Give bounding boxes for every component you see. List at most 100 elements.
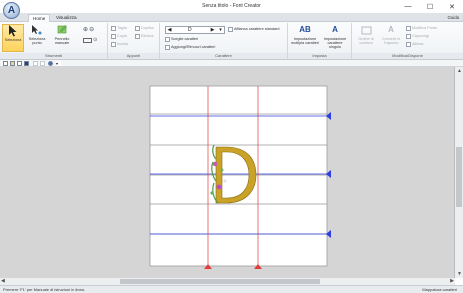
scroll-right-icon[interactable]: ▶ <box>450 278 454 284</box>
select-point-icon <box>31 24 43 36</box>
manual-brush-label: Pennello manuale <box>54 37 70 46</box>
flip-icon <box>406 33 411 39</box>
group-carattere-label: Carattere <box>160 53 287 59</box>
select-point-button[interactable]: Seleziona punto <box>26 24 48 52</box>
help-link[interactable]: Guida <box>448 15 459 20</box>
scroll-up-icon[interactable]: ▲ <box>457 68 462 74</box>
scissors-icon <box>111 25 116 31</box>
group-strumenti-label: Strumenti <box>0 53 107 59</box>
ribbon: Seleziona Seleziona punto Pennello manua… <box>0 22 463 60</box>
group-imposta: AB Impostazione multipla caratteri A Imp… <box>288 23 352 59</box>
duplicate-label: Duplica <box>141 26 154 30</box>
char-dropdown-button[interactable]: ▾ <box>217 27 224 34</box>
save-as-icon[interactable] <box>24 61 29 66</box>
help-icon[interactable] <box>48 61 53 66</box>
tab-visualizza[interactable]: Visualizza <box>52 14 81 22</box>
app-logo-button[interactable]: A <box>3 2 20 19</box>
duplicate-button[interactable]: Duplica <box>135 25 154 32</box>
trapunto-label: Converti in Trapunto <box>381 37 401 46</box>
select-tool-label: Seleziona <box>4 38 22 42</box>
zoom-in-icon: ⊕ <box>83 27 89 33</box>
single-setting-button[interactable]: A Impostazione carattere singolo <box>321 24 349 52</box>
status-mode: Mappatura caratteri <box>422 287 457 292</box>
multiple-setting-button[interactable]: AB Impostazione multipla caratteri <box>291 24 319 52</box>
undo-icon[interactable] <box>33 61 38 66</box>
add-remove-label: Aggiungi/Rimuovi caratteri <box>171 45 216 49</box>
new-file-icon[interactable] <box>3 61 8 66</box>
select-point-label: Seleziona punto <box>28 37 46 46</box>
tab-home[interactable]: Home <box>28 14 51 22</box>
multi-chars-icon: AB <box>299 24 311 34</box>
minimize-button[interactable]: — <box>397 0 419 13</box>
ribbon-tabs: Home Visualizza Guida <box>0 13 463 22</box>
open-folder-icon[interactable] <box>10 61 15 66</box>
group-appunti-label: Appunti <box>108 53 159 59</box>
pan-icon: ⊙ <box>93 37 98 43</box>
affianca-button[interactable]: Affianca carattere standard <box>228 26 280 33</box>
group-modifica: Ordine di cucitura A Converti in Trapunt… <box>352 23 463 59</box>
brush-icon <box>56 24 68 36</box>
single-setting-label: Impostazione carattere singolo <box>323 37 347 50</box>
duplicate-icon <box>135 25 140 31</box>
character-sheet <box>149 85 328 267</box>
status-message: Premere 'F1' per Manuale di istruzioni i… <box>3 287 86 292</box>
choose-chars-label: Sceglie caratteri <box>171 37 199 41</box>
multiple-setting-label: Impostazione multipla caratteri <box>291 37 319 46</box>
sewing-order-icon <box>360 24 372 36</box>
group-imposta-label: Imposta <box>288 53 351 59</box>
add-remove-chars-button[interactable]: Aggiungi/Rimuovi caratteri <box>165 44 215 51</box>
character-selector[interactable]: ◀ D ▶ ▾ <box>165 26 225 34</box>
zoom-window-icon <box>83 37 92 43</box>
group-carattere: ◀ D ▶ ▾ Affianca carattere standard Sceg… <box>160 23 288 59</box>
window-controls: — ☐ ✕ <box>397 0 463 13</box>
affianca-label: Affianca carattere standard <box>234 27 280 31</box>
trapunto-icon: A <box>388 24 394 34</box>
flip-label: Capovolgi <box>412 34 429 38</box>
align-icon <box>406 41 411 47</box>
maximize-button[interactable]: ☐ <box>419 0 441 13</box>
delete-label: Elimina <box>141 34 154 38</box>
paste-button[interactable]: Incolla <box>111 41 128 48</box>
window-title: Senza titolo - Font Creator <box>202 3 261 9</box>
group-modifica-label: Modifica/Dispone <box>352 53 463 59</box>
design-canvas[interactable] <box>0 67 455 278</box>
select-tool-button[interactable]: Seleziona <box>2 24 24 52</box>
delete-icon <box>135 33 140 39</box>
close-button[interactable]: ✕ <box>441 0 463 13</box>
zoom-window-button[interactable]: ⊙ <box>83 37 97 44</box>
redo-icon[interactable] <box>40 61 45 66</box>
add-remove-icon <box>165 44 170 50</box>
quick-access-toolbar: ▾ <box>0 60 463 67</box>
horizontal-scrollbar[interactable]: ◀ ▶ <box>0 278 455 285</box>
copy-button[interactable]: Copia <box>111 33 127 40</box>
horizontal-scroll-thumb[interactable] <box>120 279 320 284</box>
vertical-scroll-thumb[interactable] <box>456 147 462 207</box>
edit-stitch-button[interactable]: Modifica Punto <box>406 25 437 32</box>
customize-dropdown-icon[interactable]: ▾ <box>56 61 61 66</box>
zoom-in-button[interactable]: ⊕ ⊖ <box>83 27 94 34</box>
align-button[interactable]: Allinea <box>406 41 423 48</box>
delete-button[interactable]: Elimina <box>135 33 153 40</box>
flip-button[interactable]: Capovolgi <box>406 33 429 40</box>
status-bar: Premere 'F1' per Manuale di istruzioni i… <box>0 285 463 293</box>
cut-button[interactable]: Taglia <box>111 25 127 32</box>
manual-brush-button[interactable]: Pennello manuale <box>51 24 73 52</box>
paste-icon <box>111 41 116 47</box>
edit-stitch-icon <box>406 25 411 31</box>
save-icon[interactable] <box>17 61 22 66</box>
zoom-out-icon: ⊖ <box>89 27 95 33</box>
choose-chars-button[interactable]: Sceglie caratteri <box>165 36 198 43</box>
previous-char-button[interactable]: ◀ <box>166 27 173 34</box>
title-bar: A Senza titolo - Font Creator — ☐ ✕ <box>0 0 463 19</box>
scroll-down-icon[interactable]: ▼ <box>457 271 462 277</box>
scroll-left-icon[interactable]: ◀ <box>1 278 5 284</box>
paste-label: Incolla <box>117 42 128 46</box>
vertical-scrollbar[interactable]: ▲ ▼ <box>455 67 463 278</box>
single-char-icon: A <box>332 24 338 34</box>
next-char-button[interactable]: ▶ <box>209 27 216 34</box>
group-appunti: Taglia Copia Incolla Duplica Elimina App… <box>108 23 160 59</box>
trapunto-button[interactable]: A Converti in Trapunto <box>379 24 403 52</box>
sewing-order-button[interactable]: Ordine di cucitura <box>354 24 378 52</box>
choose-chars-icon <box>165 36 170 42</box>
copy-label: Copia <box>117 34 127 38</box>
